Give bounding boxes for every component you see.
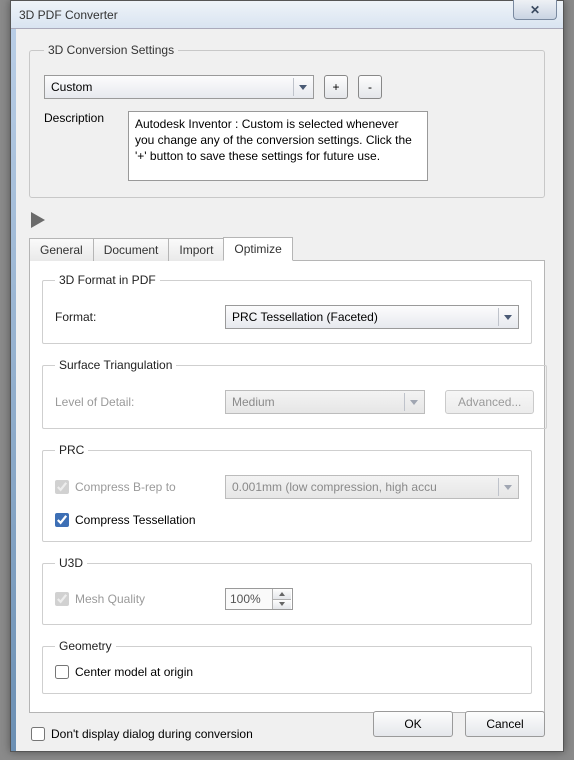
mesh-quality-spinner (225, 588, 293, 610)
preset-select[interactable]: Custom (44, 75, 314, 99)
compress-tessellation-checkbox[interactable] (55, 513, 69, 527)
titlebar: 3D PDF Converter ✕ (11, 1, 563, 29)
conversion-settings-legend: 3D Conversion Settings (44, 43, 178, 57)
chevron-down-icon (293, 78, 311, 96)
preset-value: Custom (51, 80, 92, 94)
add-preset-button[interactable]: + (324, 75, 348, 99)
mesh-quality-label: Mesh Quality (75, 592, 145, 606)
tab-document[interactable]: Document (93, 238, 170, 261)
compress-tessellation-label: Compress Tessellation (75, 513, 196, 527)
u3d-group: U3D Mesh Quality (42, 556, 532, 625)
cancel-button[interactable]: Cancel (465, 711, 545, 737)
dont-display-label: Don't display dialog during conversion (51, 727, 253, 741)
mesh-quality-input (226, 589, 272, 609)
lod-label: Level of Detail: (55, 395, 215, 409)
advanced-button: Advanced... (445, 390, 534, 414)
spinner-down-icon (273, 600, 291, 610)
chevron-down-icon (498, 308, 516, 326)
format-group-legend: 3D Format in PDF (55, 273, 160, 287)
tab-general[interactable]: General (29, 238, 94, 261)
ok-button[interactable]: OK (373, 711, 453, 737)
dont-display-checkbox[interactable] (31, 727, 45, 741)
surface-triangulation-legend: Surface Triangulation (55, 358, 176, 372)
optimize-pane: 3D Format in PDF Format: PRC Tessellatio… (29, 260, 545, 713)
format-value: PRC Tessellation (Faceted) (232, 310, 378, 324)
conversion-settings-group: 3D Conversion Settings Custom + - Descri… (29, 43, 545, 198)
description-text: Autodesk Inventor : Custom is selected w… (128, 111, 428, 181)
minus-icon: - (368, 80, 372, 94)
prc-group-legend: PRC (55, 443, 88, 457)
play-button[interactable] (31, 212, 45, 228)
compress-brep-select: 0.001mm (low compression, high accu (225, 475, 519, 499)
close-icon: ✕ (530, 3, 540, 17)
geometry-group-legend: Geometry (55, 639, 116, 653)
lod-select: Medium (225, 390, 425, 414)
compress-brep-label: Compress B-rep to (75, 480, 176, 494)
close-button[interactable]: ✕ (513, 0, 557, 20)
mesh-quality-checkbox (55, 592, 69, 606)
u3d-group-legend: U3D (55, 556, 87, 570)
tab-optimize[interactable]: Optimize (223, 237, 292, 261)
description-label: Description (44, 111, 118, 125)
dialog-window: 3D PDF Converter ✕ 3D Conversion Setting… (10, 0, 564, 752)
tabstrip: General Document Import Optimize (29, 236, 545, 260)
format-select[interactable]: PRC Tessellation (Faceted) (225, 305, 519, 329)
surface-triangulation-group: Surface Triangulation Level of Detail: M… (42, 358, 547, 429)
format-label: Format: (55, 310, 215, 324)
compress-brep-value: 0.001mm (low compression, high accu (232, 480, 437, 494)
spinner-up-icon (273, 589, 291, 600)
center-model-label: Center model at origin (75, 665, 193, 679)
compress-brep-checkbox (55, 480, 69, 494)
geometry-group: Geometry Center model at origin (42, 639, 532, 694)
client-area: 3D Conversion Settings Custom + - Descri… (11, 29, 563, 751)
center-model-checkbox[interactable] (55, 665, 69, 679)
tab-import[interactable]: Import (168, 238, 224, 261)
chevron-down-icon (498, 478, 516, 496)
remove-preset-button[interactable]: - (358, 75, 382, 99)
format-group: 3D Format in PDF Format: PRC Tessellatio… (42, 273, 532, 344)
prc-group: PRC Compress B-rep to 0.001mm (low compr… (42, 443, 532, 542)
chevron-down-icon (404, 393, 422, 411)
plus-icon: + (332, 80, 339, 94)
lod-value: Medium (232, 395, 275, 409)
window-title: 3D PDF Converter (19, 8, 118, 22)
